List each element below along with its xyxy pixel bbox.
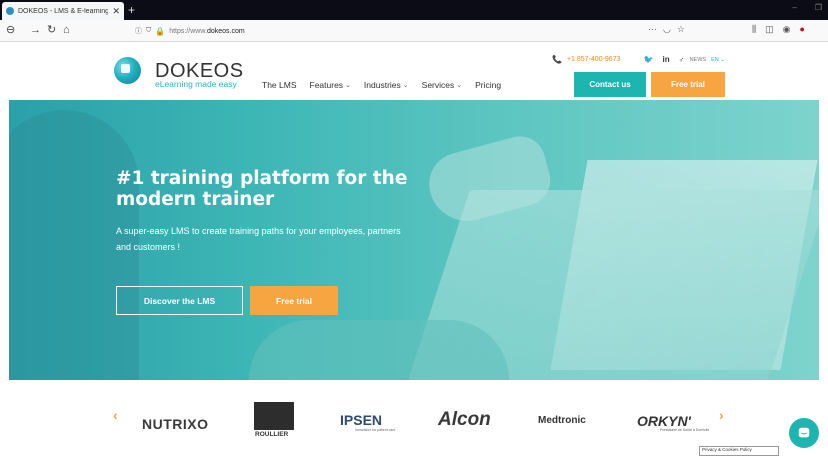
dokeos-logo-icon[interactable] bbox=[114, 57, 141, 84]
viadeo-icon[interactable]: ♂ bbox=[679, 55, 685, 64]
nav-label: Pricing bbox=[475, 80, 502, 90]
nav-label: Services bbox=[421, 80, 455, 90]
nav-label: The LMS bbox=[262, 80, 297, 90]
hero-title: #1 training platform for the modern trai… bbox=[116, 168, 408, 210]
phone-number[interactable]: +1 857-400-9673 bbox=[567, 56, 621, 63]
tab-close-icon[interactable]: ✕ bbox=[112, 6, 120, 17]
news-link[interactable]: NEWS bbox=[690, 57, 707, 63]
nav-label: Features bbox=[309, 80, 344, 90]
new-tab-button[interactable]: + bbox=[128, 3, 135, 17]
chevron-down-icon: ⌄ bbox=[456, 82, 463, 89]
privacy-cookies-link[interactable]: Privacy & Cookies Policy bbox=[699, 446, 779, 456]
logo-tagline: eLearning made easy bbox=[155, 79, 237, 89]
hero-subtitle: A super-easy LMS to create training path… bbox=[116, 226, 401, 252]
reload-icon[interactable]: ↻ bbox=[47, 23, 56, 37]
bookmark-star-icon[interactable]: ☆ bbox=[677, 24, 685, 35]
roullier-logo: ROULLIER bbox=[255, 431, 289, 438]
back-icon[interactable]: ⊖ bbox=[6, 23, 15, 37]
nutrixo-logo: NUTRIXO bbox=[142, 416, 209, 432]
medtronic-logo: Medtronic bbox=[538, 415, 586, 426]
address-bar[interactable]: ⓘ ⛉ 🔒 https://www.dokeos.com bbox=[135, 23, 695, 39]
nav-label: Industries bbox=[363, 80, 401, 90]
orkyn-tagline: Prestataire de Santé à Domicile bbox=[660, 428, 710, 432]
nav-item-the-lms[interactable]: The LMS bbox=[262, 80, 297, 90]
header-topbar: 📞 +1 857-400-9673 🐦 in ♂ NEWS EN ⌄ bbox=[552, 55, 725, 64]
language-selector[interactable]: EN ⌄ bbox=[711, 57, 725, 63]
page-actions-icon[interactable]: ··· bbox=[648, 24, 657, 35]
twitter-icon[interactable]: 🐦 bbox=[644, 55, 654, 64]
nav-item-services[interactable]: Services ⌄ bbox=[422, 80, 462, 90]
url-text[interactable]: https://www.dokeos.com bbox=[169, 28, 244, 35]
ipsen-tagline: Innovation for patient care bbox=[355, 428, 396, 432]
chevron-down-icon: ⌄ bbox=[345, 82, 351, 89]
carousel-prev-arrow-icon[interactable]: ‹ bbox=[113, 407, 118, 423]
window-controls: – ❐ bbox=[792, 3, 822, 12]
free-trial-button[interactable]: Free trial bbox=[651, 72, 725, 97]
browser-nav-bar: ⊖ → ↻ ⌂ ⓘ ⛉ 🔒 https://www.dokeos.com ···… bbox=[0, 20, 828, 42]
contact-us-button[interactable]: Contact us bbox=[574, 72, 646, 97]
nav-item-industries[interactable]: Industries ⌄ bbox=[364, 80, 409, 90]
chevron-down-icon: ⌄ bbox=[402, 82, 409, 89]
chat-icon bbox=[798, 427, 810, 438]
main-nav: The LMS Features ⌄ Industries ⌄ Services ⌄ … bbox=[262, 80, 501, 90]
browser-toolbar: ⫼ ◫ ◉ ● bbox=[752, 24, 805, 35]
hero-banner: #1 training platform for the modern trai… bbox=[9, 100, 819, 380]
nav-item-pricing[interactable]: Pricing bbox=[475, 80, 501, 90]
client-logos-carousel: ‹ NUTRIXO ROULLIER IPSEN Innovation for … bbox=[0, 380, 828, 453]
discover-lms-button[interactable]: Discover the LMS bbox=[116, 286, 243, 315]
extension-icon[interactable]: ● bbox=[800, 24, 805, 35]
restore-icon[interactable]: ❐ bbox=[815, 3, 822, 12]
linkedin-icon[interactable]: in bbox=[662, 55, 669, 64]
shield-icon[interactable]: ⛉ bbox=[146, 27, 151, 35]
browser-tab[interactable]: DOKEOS - LMS & E-learning S... ✕ bbox=[2, 2, 124, 20]
sidebar-icon[interactable]: ◫ bbox=[765, 24, 774, 35]
chat-launcher-button[interactable] bbox=[789, 418, 819, 448]
browser-tab-bar: DOKEOS - LMS & E-learning S... ✕ + – ❐ bbox=[0, 0, 828, 20]
forward-icon[interactable]: → bbox=[30, 23, 41, 37]
home-icon[interactable]: ⌂ bbox=[63, 23, 70, 37]
address-bar-tools: ··· ◡ ☆ bbox=[648, 24, 685, 35]
roullier-logo-mark bbox=[254, 402, 294, 430]
carousel-next-arrow-icon[interactable]: › bbox=[719, 407, 724, 423]
lock-icon[interactable]: 🔒 bbox=[155, 27, 165, 36]
dokeos-favicon-icon bbox=[6, 7, 14, 15]
alcon-logo: Alcon bbox=[438, 409, 491, 430]
phone-icon: 📞 bbox=[552, 55, 562, 64]
ipsen-logo: IPSEN bbox=[340, 412, 383, 428]
hero-background-arm bbox=[249, 320, 509, 380]
nav-item-features[interactable]: Features ⌄ bbox=[310, 80, 351, 90]
account-icon[interactable]: ◉ bbox=[783, 24, 791, 35]
pocket-icon[interactable]: ◡ bbox=[663, 24, 671, 35]
site-header: DOKEOS eLearning made easy 📞 +1 857-400-… bbox=[0, 42, 828, 100]
hero-free-trial-button[interactable]: Free trial bbox=[250, 286, 338, 315]
minimize-icon[interactable]: – bbox=[792, 3, 796, 12]
orkyn-logo: ORKYN' bbox=[637, 413, 691, 429]
library-icon[interactable]: ⫼ bbox=[752, 24, 756, 35]
browser-tab-title: DOKEOS - LMS & E-learning S... bbox=[18, 7, 109, 15]
info-icon[interactable]: ⓘ bbox=[135, 26, 142, 36]
